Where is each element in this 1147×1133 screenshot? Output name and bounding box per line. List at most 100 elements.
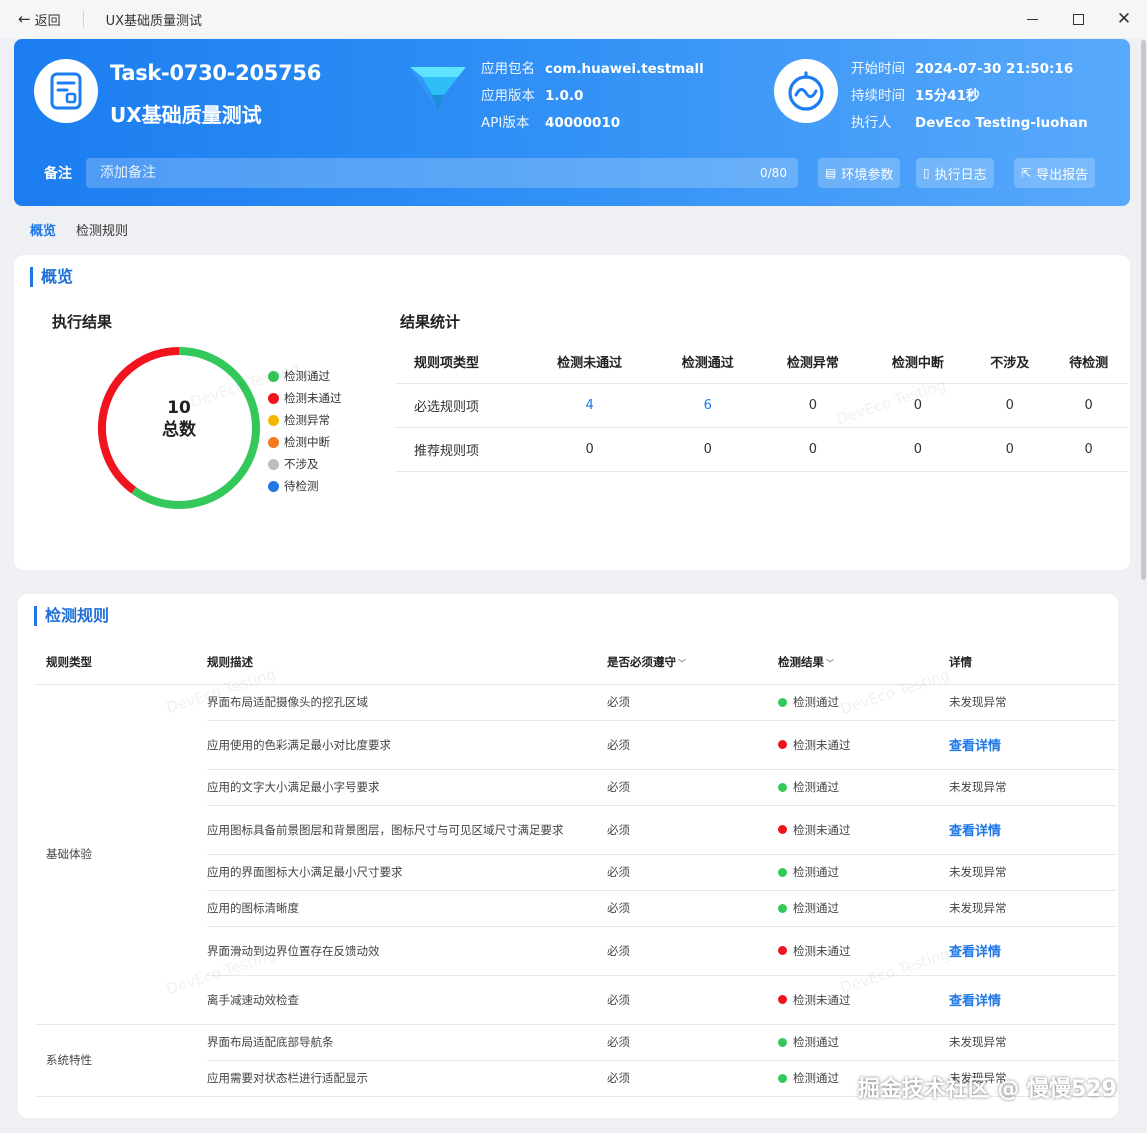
result-label: 检测未通过 <box>793 992 851 1007</box>
rule-detail-cell: 查看详情 <box>949 805 1116 855</box>
stats-cell: 0 <box>865 383 971 428</box>
rule-detail-cell: 查看详情 <box>949 975 1116 1025</box>
exec-log-label: 执行日志 <box>934 167 987 183</box>
executor-label: 执行人 <box>851 115 892 131</box>
remark-input[interactable] <box>86 158 798 188</box>
stats-count-link[interactable]: 6 <box>655 383 761 428</box>
rule-detail-cell: 未发现异常 <box>949 854 1116 891</box>
remark-label: 备注 <box>44 166 72 182</box>
overview-card: 概览 执行结果 10 总数 检测通过 检测未通过 检测异常 检测中断 不涉及 待检测 结果… <box>14 255 1130 570</box>
duration-label: 持续时间 <box>851 88 905 104</box>
detail-text: 未发现异常 <box>949 695 1007 709</box>
rule-desc-cell: 界面布局适配底部导航条 <box>207 1024 607 1061</box>
api-version-label: API版本 <box>481 115 530 131</box>
exec-result-title: 执行结果 <box>52 313 113 331</box>
donut-total-value: 10 <box>167 398 191 418</box>
legend-dot <box>268 436 279 448</box>
rule-detail-cell: 未发现异常 <box>949 890 1116 927</box>
rule-type-cell: 基础体验 <box>36 684 207 1025</box>
remark-char-count: 0/80 <box>760 166 787 180</box>
task-document-icon <box>34 59 98 123</box>
rule-must-cell: 必须 <box>607 1060 778 1097</box>
rule-must-cell: 必须 <box>607 805 778 855</box>
view-detail-link[interactable]: 查看详情 <box>949 824 1001 839</box>
corner-watermark: 掘金技术社区 @ 慢慢529 <box>857 1077 1117 1102</box>
app-package-value: com.huawei.testmall <box>545 61 704 77</box>
deveco-logo-icon <box>408 65 468 117</box>
exec-log-button[interactable]: ▯ 执行日志 <box>916 158 994 188</box>
stats-header-cell: 检测通过 <box>655 341 761 384</box>
chart-legend: 检测通过 检测未通过 检测异常 检测中断 不涉及 待检测 <box>268 365 342 497</box>
rule-detail-cell: 查看详情 <box>949 926 1116 976</box>
stopwatch-icon <box>774 59 838 123</box>
stats-row: 必选规则项 4 6 0 0 0 0 <box>396 383 1128 428</box>
legend-item: 待检测 <box>268 475 342 497</box>
divider <box>82 11 84 27</box>
legend-dot <box>268 480 279 492</box>
app-version-value: 1.0.0 <box>545 88 584 104</box>
tab-overview[interactable]: 概览 <box>30 220 56 239</box>
rule-result-cell: 检测未通过 <box>778 805 949 855</box>
col-header-desc: 规则描述 <box>207 640 607 685</box>
export-icon: ⇱ <box>1021 166 1032 180</box>
view-detail-link[interactable]: 查看详情 <box>949 994 1001 1009</box>
result-label: 检测通过 <box>793 1071 839 1085</box>
vertical-scrollbar[interactable] <box>1141 40 1146 580</box>
stats-cell: 0 <box>760 383 866 428</box>
view-detail-link[interactable]: 查看详情 <box>949 945 1001 960</box>
stats-cell: 0 <box>760 427 866 472</box>
close-button[interactable]: ✕ <box>1101 0 1147 38</box>
task-id: Task-0730-205756 <box>110 61 322 85</box>
rule-must-cell: 必须 <box>607 854 778 891</box>
legend-item: 不涉及 <box>268 453 342 475</box>
legend-item: 检测中断 <box>268 431 342 453</box>
rule-detail-cell: 查看详情 <box>949 720 1116 770</box>
rules-table: 规则类型 规则描述 是否必须遵守 ﹀ 检测结果 ﹀ 详情 基础体验 界面布局适配摄像头… <box>36 640 1116 1097</box>
stats-row: 推荐规则项 0 0 0 0 0 0 <box>396 427 1128 472</box>
status-pass-dot <box>778 1037 787 1047</box>
env-params-button[interactable]: ▤ 环境参数 <box>818 158 901 188</box>
export-report-button[interactable]: ⇱ 导出报告 <box>1014 158 1096 188</box>
detail-text: 未发现异常 <box>949 901 1007 915</box>
col-header-must[interactable]: 是否必须遵守 ﹀ <box>607 640 778 685</box>
legend-label: 不涉及 <box>284 457 319 471</box>
task-header: Task-0730-205756 UX基础质量测试 应用包名 com.huawei… <box>14 39 1130 206</box>
result-label: 检测未通过 <box>793 822 851 837</box>
status-pass-dot <box>778 1073 787 1083</box>
stats-cell: 0 <box>1049 427 1128 472</box>
rule-must-cell: 必须 <box>607 975 778 1025</box>
api-version-value: 40000010 <box>545 115 621 131</box>
stats-count-link[interactable]: 4 <box>524 383 656 428</box>
maximize-button[interactable] <box>1055 0 1101 38</box>
stats-header-cell: 规则项类型 <box>396 341 524 384</box>
detail-text: 未发现异常 <box>949 780 1007 794</box>
rule-result-cell: 检测未通过 <box>778 926 949 976</box>
stats-cell: 0 <box>524 427 656 472</box>
rule-must-cell: 必须 <box>607 926 778 976</box>
rule-must-cell: 必须 <box>607 1024 778 1061</box>
env-params-label: 环境参数 <box>841 167 894 183</box>
tab-rules[interactable]: 检测规则 <box>76 220 128 239</box>
minimize-button[interactable] <box>1009 0 1055 38</box>
detail-text: 未发现异常 <box>949 1035 1007 1049</box>
export-report-label: 导出报告 <box>1036 167 1089 183</box>
log-icon: ▯ <box>923 166 930 180</box>
rule-desc-cell: 应用的图标清晰度 <box>207 890 607 927</box>
rule-result-cell: 检测通过 <box>778 854 949 891</box>
rule-desc-cell: 界面滑动到边界位置存在反馈动效 <box>207 926 607 976</box>
legend-label: 检测中断 <box>284 435 330 449</box>
rule-detail-cell: 未发现异常 <box>949 684 1116 721</box>
rule-must-cell: 必须 <box>607 890 778 927</box>
rule-type-cell: 系统特性 <box>36 1024 207 1097</box>
arrow-left-icon: ← <box>18 10 31 28</box>
stats-header-cell: 检测中断 <box>865 341 971 384</box>
col-header-result[interactable]: 检测结果 ﹀ <box>778 640 949 685</box>
stats-header-cell: 不涉及 <box>970 341 1050 384</box>
view-detail-link[interactable]: 查看详情 <box>949 739 1001 754</box>
back-label: 返回 <box>34 13 61 29</box>
legend-label: 检测通过 <box>284 369 330 383</box>
table-row: 基础体验 界面布局适配摄像头的挖孔区域 必须 检测通过 未发现异常 <box>36 684 1116 1025</box>
rule-desc-cell: 应用的文字大小满足最小字号要求 <box>207 769 607 806</box>
rule-result-cell: 检测未通过 <box>778 720 949 770</box>
back-button[interactable]: ← 返回 <box>18 10 61 29</box>
